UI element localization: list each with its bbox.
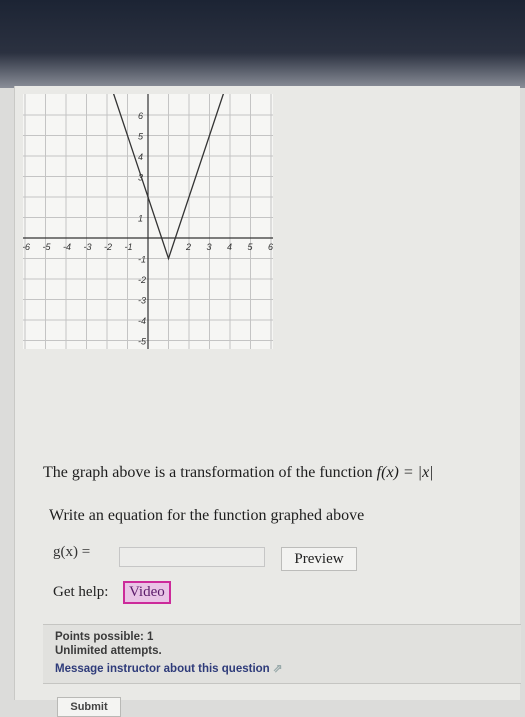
attempts-info: Unlimited attempts. — [55, 645, 162, 657]
popout-icon: ⇗ — [272, 663, 283, 675]
y-tick-label: -5 — [138, 337, 147, 347]
x-tick-label: -5 — [43, 242, 52, 252]
function-graph: -6-5-4-3-2-123456 65431-1-2-3-4-5-6 — [23, 94, 273, 349]
answer-label: g(x) = — [53, 544, 91, 560]
points-possible: Points possible: 1 — [55, 631, 154, 643]
video-help-button[interactable]: Video — [123, 581, 171, 604]
x-tick-label: 3 — [207, 242, 212, 252]
x-tick-label: -4 — [63, 242, 71, 252]
question-instruction: Write an equation for the function graph… — [49, 507, 365, 524]
x-tick-label: 4 — [227, 242, 232, 252]
question-page: -6-5-4-3-2-123456 65431-1-2-3-4-5-6 The … — [14, 86, 521, 717]
x-tick-label: 6 — [268, 242, 273, 252]
preview-button[interactable]: Preview — [281, 547, 357, 571]
y-tick-label: 6 — [138, 111, 143, 121]
function-formula: f(x) = |x| — [376, 464, 434, 481]
x-tick-label: -3 — [84, 242, 92, 252]
y-tick-label: -3 — [138, 296, 146, 306]
y-tick-label: 4 — [138, 152, 143, 162]
y-tick-label: -1 — [138, 255, 146, 265]
x-tick-label: -6 — [23, 242, 30, 252]
question-text: The graph above is a transformation of t… — [43, 464, 434, 482]
message-instructor-label: Message instructor about this question — [55, 663, 270, 675]
x-tick-label: 2 — [185, 242, 191, 252]
y-tick-label: -4 — [138, 316, 146, 326]
answer-input[interactable] — [119, 547, 265, 567]
help-label: Get help: — [53, 584, 109, 600]
y-tick-label: -2 — [138, 275, 146, 285]
y-tick-label: 1 — [138, 214, 143, 224]
x-tick-label: -1 — [125, 242, 133, 252]
question-info-box: Points possible: 1 Unlimited attempts. M… — [43, 624, 521, 684]
window-top-bar — [0, 0, 525, 88]
submit-button[interactable]: Submit — [57, 697, 121, 717]
x-tick-label: -2 — [104, 242, 112, 252]
question-line1: The graph above is a transformation of t… — [43, 464, 373, 481]
message-instructor-link[interactable]: Message instructor about this question ⇗ — [55, 661, 283, 675]
